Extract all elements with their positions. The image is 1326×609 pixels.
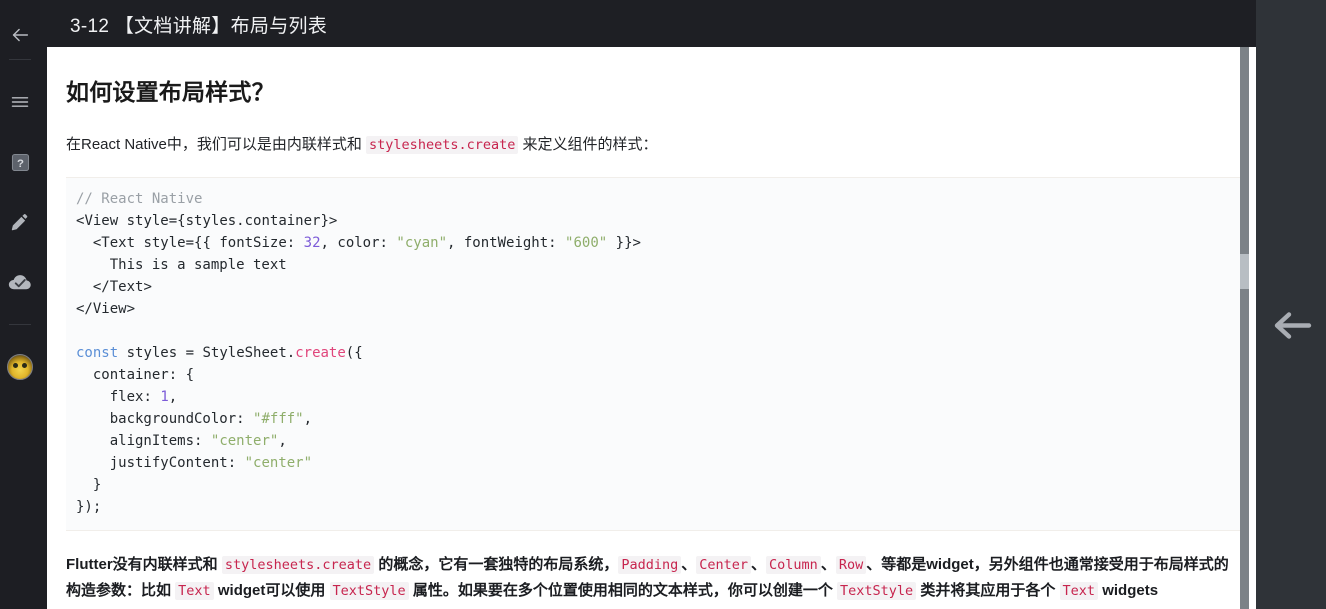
flutter-text-10: widgets	[1098, 582, 1159, 599]
flutter-text-9: 类并将其应用于各个	[916, 582, 1060, 599]
scrollbar-thumb[interactable]	[1240, 254, 1249, 289]
document-scrollbar[interactable]	[1240, 47, 1249, 609]
inline-code-text: Text	[175, 582, 214, 600]
cloud-check-icon	[8, 272, 32, 292]
flutter-text-4: 、	[751, 556, 767, 573]
intro-text-1: 在React Native中，我们可以是由内联样式和	[66, 136, 367, 153]
sidebar-item-help[interactable]: ?	[0, 145, 40, 179]
sidebar-item-account[interactable]	[0, 350, 40, 384]
flutter-text-5: 、	[820, 556, 836, 573]
arrow-left-icon	[1269, 312, 1313, 349]
document-viewport[interactable]: 如何设置布局样式？ 在React Native中，我们可以是由内联样式和 sty…	[47, 47, 1256, 609]
flutter-text-2: 的概念，它有一套独特的布局系统，	[374, 556, 619, 573]
inline-code-textstyle-2: TextStyle	[837, 582, 917, 600]
inline-code-row: Row	[835, 556, 867, 574]
flutter-text-3: 、	[681, 556, 697, 573]
sidebar-item-menu[interactable]	[0, 85, 40, 119]
sidebar-divider-bottom	[9, 324, 31, 325]
sidebar-item-sync[interactable]	[0, 265, 40, 299]
inline-code-column: Column	[766, 556, 821, 574]
question-mark-icon: ?	[11, 153, 30, 172]
flutter-text-1: Flutter没有内联样式和	[66, 556, 222, 573]
flutter-text-8: 属性。如果要在多个位置使用相同的文本样式，你可以创建一个	[408, 582, 838, 599]
title-bar: 3-12 【文档讲解】布局与列表	[40, 0, 1326, 47]
avatar	[7, 354, 33, 380]
code-block-content: // React Native <View style={styles.cont…	[76, 191, 641, 515]
svg-text:?: ?	[17, 157, 24, 169]
intro-paragraph: 在React Native中，我们可以是由内联样式和 stylesheets.c…	[66, 109, 1240, 158]
flutter-paragraph: Flutter没有内联样式和 stylesheets.create 的概念，它有…	[66, 531, 1240, 604]
inline-code-text-2: Text	[1059, 582, 1099, 600]
hamburger-menu-icon	[10, 92, 30, 112]
sidebar-divider-top	[9, 59, 31, 60]
inline-code-center: Center	[696, 556, 752, 574]
inline-code-stylesheets-create: stylesheets.create	[366, 136, 519, 154]
document-content: 如何设置布局样式？ 在React Native中，我们可以是由内联样式和 sty…	[47, 47, 1240, 604]
arrow-left-icon	[9, 24, 31, 46]
section-heading: 如何设置布局样式？	[66, 79, 275, 105]
inline-code-padding: Padding	[618, 556, 682, 574]
pencil-icon	[10, 212, 30, 232]
code-block: // React Native <View style={styles.cont…	[66, 177, 1240, 531]
right-panel	[1256, 0, 1326, 609]
inline-code-stylesheets-create-2: stylesheets.create	[221, 556, 375, 574]
sidebar-item-back[interactable]	[0, 18, 40, 52]
panel-collapse-button[interactable]	[1269, 307, 1313, 350]
page-title: 3-12 【文档讲解】布局与列表	[70, 16, 328, 37]
intro-text-2: 来定义组件的样式：	[518, 136, 658, 153]
sidebar-item-edit[interactable]	[0, 205, 40, 239]
flutter-text-7: widget可以使用	[213, 582, 330, 599]
app-window: ? 3-12 【文档讲解】布局与列表 如何设置布局样式？ 在React Nati…	[0, 0, 1326, 609]
code-line-comment: // React Native	[76, 191, 203, 207]
inline-code-textstyle: TextStyle	[329, 582, 409, 600]
left-sidebar: ?	[0, 0, 40, 609]
